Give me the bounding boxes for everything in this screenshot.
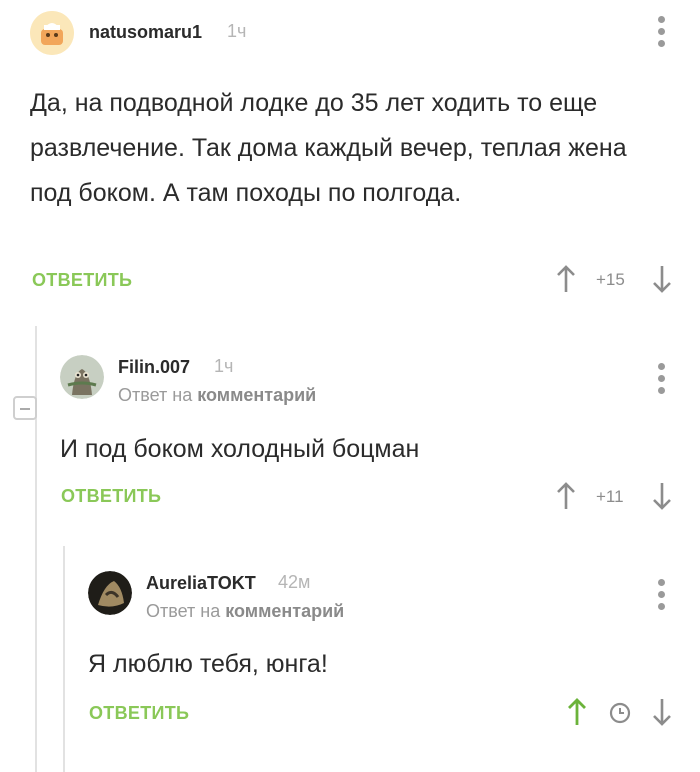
reply-to-prefix: Ответ на [146, 601, 221, 621]
reply-to-link[interactable]: комментарий [197, 385, 316, 405]
reply-to-label: Ответ на комментарий [146, 601, 344, 622]
thread-line [63, 546, 65, 772]
comment-time: 1ч [214, 356, 234, 376]
author-name[interactable]: Filin.007 [118, 357, 190, 378]
more-options-icon[interactable] [658, 579, 666, 615]
author-name[interactable]: AureliaTOKT [146, 573, 256, 594]
downvote-icon[interactable] [652, 264, 672, 294]
comment-time: 1ч [227, 21, 247, 41]
more-options-icon[interactable] [658, 363, 666, 399]
comment-text: Я люблю тебя, юнга! [88, 650, 328, 678]
upvote-icon[interactable] [567, 697, 587, 727]
downvote-icon[interactable] [652, 697, 672, 727]
comment-text: Да, на подводной лодке до 35 лет ходить … [30, 89, 627, 207]
clock-icon [609, 702, 631, 729]
more-options-icon[interactable] [658, 16, 666, 52]
thread-line [35, 326, 37, 772]
rating-count: +15 [596, 270, 625, 289]
upvote-icon[interactable] [556, 481, 576, 511]
reply-button[interactable]: ОТВЕТИТЬ [32, 270, 132, 291]
reply-to-prefix: Ответ на [118, 385, 193, 405]
reply-button[interactable]: ОТВЕТИТЬ [61, 486, 161, 507]
reply-to-link[interactable]: комментарий [225, 601, 344, 621]
downvote-icon[interactable] [652, 481, 672, 511]
comment-time: 42м [278, 572, 311, 592]
collapse-thread-button[interactable] [13, 396, 37, 420]
avatar[interactable] [30, 11, 74, 55]
reply-to-label: Ответ на комментарий [118, 385, 316, 406]
rating-count: +11 [596, 487, 624, 506]
reply-button[interactable]: ОТВЕТИТЬ [89, 703, 189, 724]
comment-text: И под боком холодный боцман [60, 435, 420, 463]
avatar[interactable] [88, 571, 132, 615]
avatar[interactable] [60, 355, 104, 399]
author-name[interactable]: natusomaru1 [89, 22, 202, 43]
upvote-icon[interactable] [556, 264, 576, 294]
